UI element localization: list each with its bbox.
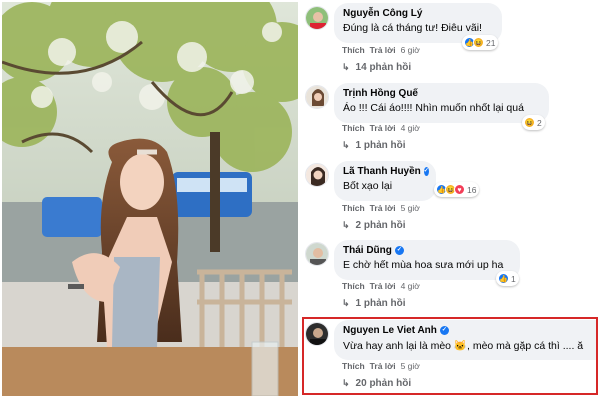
commenter-name[interactable]: Trịnh Hồng Quế xyxy=(343,88,418,99)
reply-arrow-icon: ↳ xyxy=(342,220,350,230)
like-link[interactable]: Thích xyxy=(342,361,365,371)
comment-text: Vừa hay anh lại là mèo 🐱, mèo mà gặp cá … xyxy=(343,340,584,352)
avatar[interactable] xyxy=(305,242,329,266)
comment-time[interactable]: 5 giờ xyxy=(401,361,420,371)
reply-link[interactable]: Trả lời xyxy=(370,361,396,371)
reaction-count: 21 xyxy=(486,37,496,48)
view-replies-link[interactable]: ↳ 1 phản hồi xyxy=(342,298,406,309)
haha-icon: 😆 xyxy=(524,117,535,128)
comment-time[interactable]: 6 giờ xyxy=(401,45,420,55)
verified-badge-icon: ✓ xyxy=(394,246,404,255)
reaction-summary[interactable]: 👍 1 xyxy=(496,271,519,286)
avatar[interactable] xyxy=(305,6,329,30)
commenter-name[interactable]: Nguyen Le Viet Anh xyxy=(343,325,437,336)
like-icon: 👍 xyxy=(498,273,509,284)
reaction-summary[interactable]: 👍 😆 21 xyxy=(462,35,499,50)
view-replies-link[interactable]: ↳ 20 phản hồi xyxy=(342,378,411,389)
avatar[interactable] xyxy=(305,85,329,109)
verified-badge-icon: ✓ xyxy=(423,167,429,176)
commenter-name[interactable]: Lã Thanh Huyền xyxy=(343,166,421,177)
comment-text: Áo !!! Cái áo!!!! Nhìn muốn nhốt lại quá xyxy=(343,102,524,114)
comment-actions: Thích Trả lời 5 giờ xyxy=(342,361,420,371)
reaction-count: 2 xyxy=(537,117,542,128)
reaction-summary[interactable]: 😆 2 xyxy=(522,115,545,130)
commenter-name[interactable]: Thái Dũng xyxy=(343,245,392,256)
woman-cafe-photo xyxy=(2,2,298,396)
like-link[interactable]: Thích xyxy=(342,123,365,133)
comment-actions: Thích Trả lời 4 giờ xyxy=(342,123,420,133)
comment-actions: Thích Trả lời 6 giờ xyxy=(342,45,420,55)
view-replies-link[interactable]: ↳ 1 phản hồi xyxy=(342,140,406,151)
comment-actions: Thích Trả lời 5 giờ xyxy=(342,203,420,213)
avatar[interactable] xyxy=(305,322,329,346)
post-photo[interactable] xyxy=(2,2,298,396)
comments-panel: Nguyễn Công Lý Đúng là cá tháng tư! Điêu… xyxy=(300,0,600,400)
comment-text: Đúng là cá tháng tư! Điêu vãi! xyxy=(343,22,482,34)
reply-link[interactable]: Trả lời xyxy=(370,123,396,133)
replies-count: 2 phản hồi xyxy=(355,220,406,231)
replies-count: 14 phản hồi xyxy=(355,62,412,73)
comment-time[interactable]: 4 giờ xyxy=(401,123,420,133)
avatar[interactable] xyxy=(305,163,329,187)
commenter-name[interactable]: Nguyễn Công Lý xyxy=(343,8,422,19)
reply-arrow-icon: ↳ xyxy=(342,298,350,308)
comment-bubble: Lã Thanh Huyền ✓ Bốt xạo lại xyxy=(334,161,436,201)
replies-count: 1 phản hồi xyxy=(355,140,406,151)
love-icon: ♥ xyxy=(454,184,465,195)
reply-arrow-icon: ↳ xyxy=(342,62,350,72)
comment-actions: Thích Trả lời 4 giờ xyxy=(342,281,420,291)
reply-link[interactable]: Trả lời xyxy=(370,281,396,291)
like-link[interactable]: Thích xyxy=(342,45,365,55)
reaction-count: 16 xyxy=(467,184,477,195)
like-link[interactable]: Thích xyxy=(342,203,365,213)
view-replies-link[interactable]: ↳ 2 phản hồi xyxy=(342,220,406,231)
replies-count: 20 phản hồi xyxy=(355,378,412,389)
reaction-summary[interactable]: 👍 😆 ♥ 16 xyxy=(434,182,480,197)
comment-text: Bốt xạo lại xyxy=(343,180,393,192)
reply-arrow-icon: ↳ xyxy=(342,140,350,150)
reply-arrow-icon: ↳ xyxy=(342,378,350,388)
verified-badge-icon: ✓ xyxy=(439,326,449,335)
comment-bubble: Trịnh Hồng Quế Áo !!! Cái áo!!!! Nhìn mu… xyxy=(334,83,549,123)
replies-count: 1 phản hồi xyxy=(355,298,406,309)
comment-time[interactable]: 5 giờ xyxy=(401,203,420,213)
reaction-count: 1 xyxy=(511,273,516,284)
view-replies-link[interactable]: ↳ 14 phản hồi xyxy=(342,62,411,73)
reply-link[interactable]: Trả lời xyxy=(370,45,396,55)
comment-bubble: Thái Dũng ✓ E chờ hết mùa hoa sưa mới up… xyxy=(334,240,520,280)
like-link[interactable]: Thích xyxy=(342,281,365,291)
comment-time[interactable]: 4 giờ xyxy=(401,281,420,291)
comment-text: E chờ hết mùa hoa sưa mới up ha xyxy=(343,259,504,271)
reply-link[interactable]: Trả lời xyxy=(370,203,396,213)
comment-bubble: Nguyen Le Viet Anh ✓ Vừa hay anh lại là … xyxy=(334,320,596,360)
haha-icon: 😆 xyxy=(473,37,484,48)
